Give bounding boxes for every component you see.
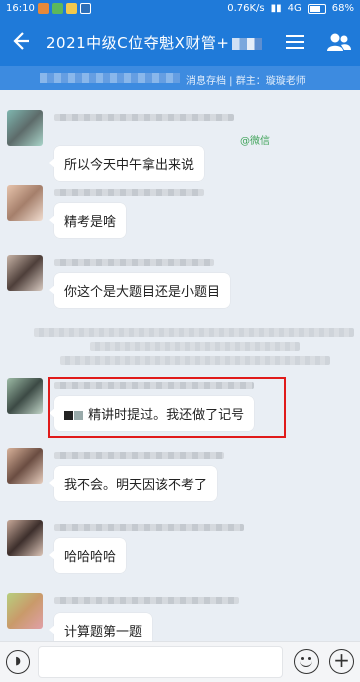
app-notification-icon — [80, 3, 91, 14]
sender-name-blurred — [54, 189, 204, 196]
plus-icon[interactable]: + — [329, 649, 354, 674]
avatar[interactable] — [7, 520, 43, 556]
message-input[interactable] — [38, 646, 283, 678]
avatar[interactable] — [7, 593, 43, 629]
app-notification-icon — [38, 3, 49, 14]
message-bubble[interactable]: 我不会。明天因该不考了 — [48, 466, 218, 501]
group-members-icon[interactable] — [326, 31, 352, 53]
group-info-bar: 消息存档 | 群主：璇璇老师 — [0, 66, 360, 90]
sender-name-blurred — [54, 452, 224, 459]
message-bubble[interactable]: 计算题第一题 — [48, 613, 153, 641]
network-type: 4G — [287, 3, 302, 14]
sender-name-blurred — [54, 524, 244, 531]
avatar[interactable] — [7, 110, 43, 146]
chat-title: 2021中级C位夺魁X财管+ — [46, 34, 230, 52]
highlight-box — [48, 377, 286, 438]
system-notice-blurred — [60, 356, 330, 365]
hamburger-menu-icon[interactable] — [284, 30, 306, 54]
battery-icon — [307, 3, 326, 14]
app-notification-icon — [52, 3, 63, 14]
back-arrow-icon[interactable] — [8, 30, 32, 54]
status-bar: 16:10 0.76K/s ▮▮ 4G 68% — [0, 0, 360, 18]
message-bubble[interactable]: 所以今天中午拿出来说 — [48, 146, 205, 181]
message-bubble[interactable]: 你这个是大题目还是小题目 — [48, 273, 231, 308]
signal-icon: ▮▮ — [270, 3, 282, 14]
message-bubble[interactable]: 哈哈哈哈 — [48, 538, 127, 573]
blurred-text — [40, 73, 180, 83]
sender-tag: @微信 — [240, 136, 270, 147]
battery-level: 68% — [331, 3, 354, 14]
blurred-title-suffix — [232, 38, 262, 50]
system-notice-blurred — [90, 342, 300, 351]
sender-name-blurred — [54, 259, 214, 266]
status-time: 16:10 — [6, 3, 35, 14]
system-notice-blurred — [34, 328, 354, 337]
app-notification-icon — [66, 3, 77, 14]
network-speed: 0.76K/s — [227, 3, 265, 14]
chat-list[interactable]: @微信 所以今天中午拿出来说 精考是啥 你这个是大题目还是小题目 精讲时提过。我… — [0, 90, 360, 641]
chat-header: 2021中级C位夺魁X财管+ — [0, 18, 360, 66]
sender-name-blurred — [54, 597, 239, 604]
notification-icons — [38, 3, 91, 14]
group-info-text: 消息存档 | 群主：璇璇老师 — [186, 76, 306, 87]
message-bubble[interactable]: 精考是啥 — [48, 203, 127, 238]
avatar[interactable] — [7, 185, 43, 221]
sender-name-blurred — [54, 114, 234, 121]
avatar[interactable] — [7, 378, 43, 414]
input-bar: ◗ + — [0, 641, 360, 682]
voice-icon[interactable]: ◗ — [6, 650, 30, 674]
avatar[interactable] — [7, 255, 43, 291]
emoji-icon[interactable] — [294, 649, 319, 674]
avatar[interactable] — [7, 448, 43, 484]
